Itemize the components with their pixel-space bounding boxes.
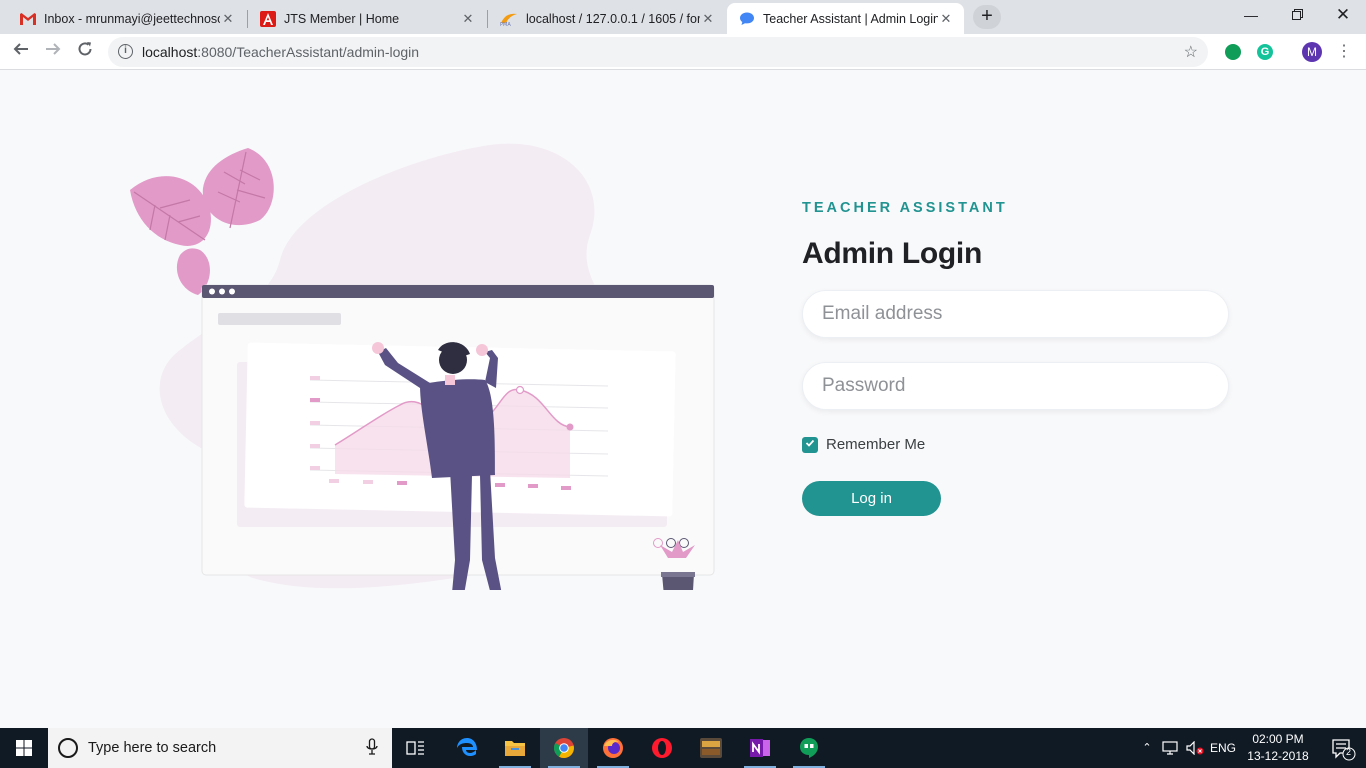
browser-tab-bar: Inbox - mrunmayi@jeettechnoso ✕ JTS Memb… <box>0 0 1366 34</box>
taskbar-clock[interactable]: 02:00 PM 13-12-2018 <box>1236 731 1320 765</box>
minimize-button[interactable]: — <box>1228 0 1274 30</box>
page-title: Admin Login <box>802 237 982 270</box>
checkmark-icon <box>805 439 815 447</box>
close-icon[interactable]: ✕ <box>220 11 236 27</box>
taskbar-edge[interactable] <box>443 728 491 768</box>
angular-icon <box>260 10 276 27</box>
windows-taskbar: Type here to search ⌃ ENG 02:00 PM 13-12… <box>0 728 1366 768</box>
start-button[interactable] <box>0 728 48 768</box>
chrome-icon <box>553 738 574 758</box>
leaves-decoration <box>130 148 274 295</box>
notification-count: 2 <box>1346 747 1352 757</box>
network-icon <box>1162 741 1178 755</box>
language-indicator[interactable]: ENG <box>1208 728 1238 768</box>
info-icon[interactable]: i <box>118 44 133 59</box>
edge-icon <box>457 738 477 756</box>
tray-expand-icon[interactable]: ⌃ <box>1138 728 1156 768</box>
task-view-icon <box>406 741 424 755</box>
bookmark-star-icon[interactable]: ☆ <box>1184 42 1198 62</box>
taskbar-hangouts[interactable] <box>785 728 833 768</box>
address-bar[interactable]: i localhost:8080/TeacherAssistant/admin-… <box>108 37 1208 67</box>
chat-bubble-icon <box>740 12 754 25</box>
reload-icon <box>78 42 92 56</box>
tab-title: Teacher Assistant | Admin Login <box>763 11 938 26</box>
gmail-icon <box>20 12 36 25</box>
browser-toolbar: i localhost:8080/TeacherAssistant/admin-… <box>0 34 1366 70</box>
tab-jts-member[interactable]: JTS Member | Home ✕ <box>248 3 486 34</box>
menu-dots-icon[interactable]: ⋮ <box>1336 42 1352 62</box>
url-host: localhost <box>142 44 198 60</box>
new-tab-button[interactable]: + <box>973 5 1001 29</box>
volume-muted-icon <box>1186 740 1204 756</box>
close-window-button[interactable]: ✕ <box>1320 0 1366 30</box>
tray-network-icon[interactable] <box>1160 728 1182 768</box>
tab-gmail-inbox[interactable]: Inbox - mrunmayi@jeettechnoso ✕ <box>8 3 246 34</box>
task-view-button[interactable] <box>392 728 440 768</box>
brand-title: TEACHER ASSISTANT <box>802 200 1008 216</box>
tab-teacher-assistant[interactable]: Teacher Assistant | Admin Login ✕ <box>727 3 964 34</box>
taskbar-onenote[interactable] <box>736 728 784 768</box>
remember-me-label[interactable]: Remember Me <box>826 436 925 453</box>
forward-button[interactable] <box>40 39 66 65</box>
email-field[interactable] <box>802 290 1229 338</box>
reload-button[interactable] <box>72 39 98 65</box>
cortana-icon <box>58 738 78 758</box>
restore-button[interactable] <box>1274 0 1320 30</box>
hangouts-extension-icon[interactable] <box>1225 44 1241 60</box>
opera-icon <box>652 738 672 758</box>
windows-logo-icon <box>16 740 32 756</box>
remember-me-checkbox[interactable] <box>802 436 818 453</box>
dashboard-illustration <box>130 143 715 590</box>
notification-icon <box>1332 739 1356 761</box>
phpmyadmin-icon: PMA <box>500 13 517 26</box>
tab-title: Inbox - mrunmayi@jeettechnoso <box>44 11 220 26</box>
password-field[interactable] <box>802 362 1229 410</box>
login-form: TEACHER ASSISTANT Admin Login Remember M… <box>802 200 1232 516</box>
clock-time: 02:00 PM <box>1252 732 1304 746</box>
game-icon <box>700 738 722 758</box>
microphone-icon[interactable] <box>366 738 378 756</box>
tab-title: localhost / 127.0.0.1 / 1605 / foru <box>526 11 700 26</box>
tab-title: JTS Member | Home <box>284 11 400 26</box>
onenote-icon <box>750 739 770 757</box>
close-icon[interactable]: ✕ <box>700 11 716 27</box>
search-placeholder: Type here to search <box>88 740 217 756</box>
taskbar-chrome[interactable] <box>540 728 588 768</box>
clock-date: 13-12-2018 <box>1247 749 1309 763</box>
tab-phpmyadmin[interactable]: PMA localhost / 127.0.0.1 / 1605 / foru … <box>488 3 726 34</box>
close-icon[interactable]: ✕ <box>938 11 954 27</box>
taskbar-file-explorer[interactable] <box>491 728 539 768</box>
file-explorer-icon <box>505 741 525 756</box>
grammarly-extension-icon[interactable]: G <box>1257 44 1273 60</box>
profile-avatar[interactable]: M <box>1302 42 1322 62</box>
taskbar-firefox[interactable] <box>589 728 637 768</box>
login-page: TEACHER ASSISTANT Admin Login Remember M… <box>0 70 1366 728</box>
taskbar-opera[interactable] <box>638 728 686 768</box>
hangouts-icon <box>800 738 818 758</box>
restore-icon <box>1291 9 1303 20</box>
back-button[interactable] <box>8 39 34 65</box>
firefox-icon <box>603 738 623 758</box>
svg-text:PMA: PMA <box>500 22 511 26</box>
arrow-left-icon <box>13 43 28 55</box>
action-center-button[interactable]: 2 <box>1318 728 1366 768</box>
url-path: :8080/TeacherAssistant/admin-login <box>197 44 420 60</box>
arrow-right-icon <box>46 43 61 55</box>
tray-volume-icon[interactable] <box>1184 728 1206 768</box>
url-text[interactable]: localhost:8080/TeacherAssistant/admin-lo… <box>142 44 419 60</box>
taskbar-game[interactable] <box>687 728 735 768</box>
close-icon[interactable]: ✕ <box>460 11 476 27</box>
remember-me-row: Remember Me <box>802 436 1232 453</box>
taskbar-search-box[interactable]: Type here to search <box>48 728 392 768</box>
login-button[interactable]: Log in <box>802 481 941 516</box>
